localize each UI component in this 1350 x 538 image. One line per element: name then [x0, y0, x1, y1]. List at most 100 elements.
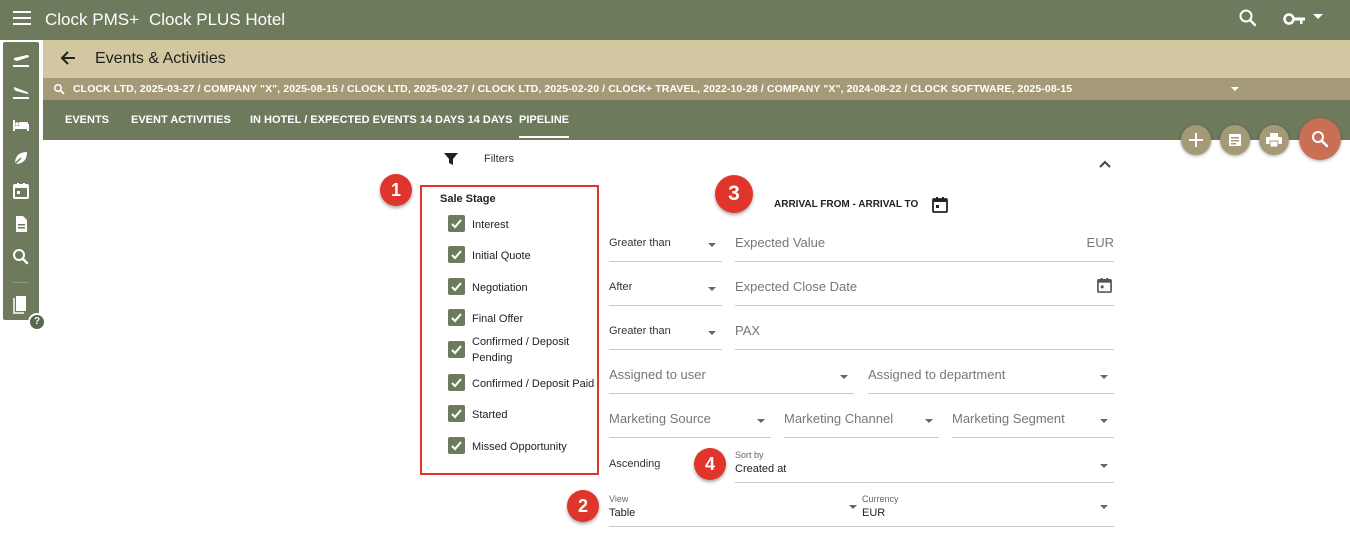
close-date-placeholder: Expected Close Date: [735, 279, 858, 294]
operator-value: Greater than: [609, 237, 671, 249]
view-label: View: [609, 494, 629, 504]
marketing-segment-select[interactable]: Marketing Segment: [952, 398, 1114, 438]
print-button[interactable]: [1259, 125, 1289, 155]
assigned-department-select[interactable]: Assigned to department: [868, 354, 1114, 394]
account-dropdown-icon[interactable]: [1313, 14, 1323, 19]
filters-label: Filters: [484, 153, 514, 165]
checkbox-checked-icon[interactable]: [448, 215, 465, 232]
chevron-down-icon: [1100, 375, 1108, 379]
checkbox-checked-icon[interactable]: [448, 309, 465, 326]
sale-stage-label: Interest: [472, 219, 509, 231]
close-date-operator-select[interactable]: After: [609, 266, 722, 306]
sort-by-select[interactable]: Sort by Created at: [735, 443, 1114, 483]
expected-value-input[interactable]: Expected Value EUR: [735, 222, 1114, 262]
chevron-down-icon: [708, 287, 716, 291]
sidebar-divider: [13, 282, 29, 283]
departure-icon[interactable]: [11, 50, 31, 70]
help-icon[interactable]: ?: [28, 313, 46, 331]
sidebar: [3, 42, 39, 320]
callout-marker-3: 3: [715, 175, 753, 213]
tab-in-hotel-expected[interactable]: IN HOTEL / EXPECTED EVENTS 14 DAYS 14 DA…: [250, 114, 512, 126]
expected-close-date-input[interactable]: Expected Close Date: [735, 266, 1114, 306]
hotel-name[interactable]: Clock PLUS Hotel: [149, 10, 285, 30]
assigned-department-placeholder: Assigned to department: [868, 367, 1006, 382]
add-button[interactable]: [1181, 125, 1211, 155]
menu-icon[interactable]: [13, 10, 31, 30]
checkbox-checked-icon[interactable]: [448, 374, 465, 391]
key-icon[interactable]: [1283, 8, 1307, 33]
expected-value-placeholder: Expected Value: [735, 235, 826, 250]
sort-order-value: Ascending: [609, 458, 661, 470]
chevron-down-icon: [1100, 464, 1108, 468]
page-header: Events & Activities: [43, 40, 1350, 78]
callout-marker-4: 4: [694, 448, 726, 480]
view-value[interactable]: Table: [609, 507, 635, 519]
app-title: Clock PMS+: [45, 10, 139, 29]
pax-operator-select[interactable]: Greater than: [609, 310, 722, 350]
checkbox-checked-icon[interactable]: [448, 437, 465, 454]
assigned-user-select[interactable]: Assigned to user: [609, 354, 854, 394]
chevron-down-icon: [840, 375, 848, 379]
tab-pipeline[interactable]: PIPELINE: [519, 114, 570, 138]
chevron-down-icon: [925, 419, 933, 423]
chevron-down-icon[interactable]: [849, 505, 857, 509]
chevron-up-icon[interactable]: [1099, 155, 1111, 173]
page-title: Events & Activities: [95, 50, 226, 67]
marketing-source-select[interactable]: Marketing Source: [609, 398, 771, 438]
search-icon[interactable]: [1238, 8, 1258, 33]
marketing-channel-select[interactable]: Marketing Channel: [784, 398, 939, 438]
sale-stage-label: Negotiation: [472, 282, 528, 294]
sale-stage-label: Missed Opportunity: [472, 441, 567, 453]
recent-items-bar: CLOCK LTD, 2025-03-27 / COMPANY "X", 202…: [43, 78, 1350, 100]
operator-value: After: [609, 281, 633, 293]
chevron-down-icon: [757, 419, 765, 423]
leaf-icon[interactable]: [11, 148, 31, 168]
chevron-down-icon: [1100, 419, 1108, 423]
chevron-down-icon: [708, 243, 716, 247]
calendar-icon[interactable]: [11, 181, 31, 201]
checkbox-checked-icon[interactable]: [448, 246, 465, 263]
expected-value-operator-select[interactable]: Greater than: [609, 222, 722, 262]
checkbox-checked-icon[interactable]: [448, 405, 465, 422]
operator-value: Greater than: [609, 325, 671, 337]
back-arrow-icon[interactable]: [59, 49, 77, 72]
marketing-segment-placeholder: Marketing Segment: [952, 411, 1065, 426]
tab-events[interactable]: EVENTS: [65, 114, 109, 126]
arrival-icon[interactable]: [11, 82, 31, 102]
sale-stage-highlight: [420, 185, 599, 475]
top-bar: Clock PMS+ Clock PLUS Hotel: [0, 0, 1350, 40]
chevron-down-icon[interactable]: [1231, 87, 1239, 91]
tab-event-activities[interactable]: EVENT ACTIVITIES: [131, 114, 231, 126]
chevron-down-icon[interactable]: [1100, 505, 1108, 509]
document-icon[interactable]: [11, 214, 31, 234]
marketing-channel-placeholder: Marketing Channel: [784, 411, 894, 426]
book-icon[interactable]: [11, 294, 31, 314]
sale-stage-label: Confirmed / Deposit Paid: [472, 378, 595, 390]
search-button[interactable]: [1299, 118, 1341, 160]
checkbox-checked-icon[interactable]: [448, 341, 465, 358]
arrival-range-label[interactable]: ARRIVAL FROM - ARRIVAL TO: [774, 199, 918, 210]
sale-stage-label: Confirmed / Deposit: [472, 336, 570, 348]
tab-bar: EVENTS EVENT ACTIVITIES IN HOTEL / EXPEC…: [43, 100, 1350, 140]
search-icon: [53, 83, 65, 98]
sale-stage-label: Started: [472, 409, 508, 421]
checkbox-checked-icon[interactable]: [448, 278, 465, 295]
sale-stage-title: Sale Stage: [440, 193, 496, 205]
pax-input[interactable]: PAX: [735, 310, 1114, 350]
sale-stage-label: Initial Quote: [472, 250, 531, 262]
currency-suffix: EUR: [1086, 235, 1114, 250]
sort-by-label: Sort by: [735, 450, 764, 460]
view-currency-row: View Table Currency EUR: [609, 487, 1114, 527]
currency-value[interactable]: EUR: [862, 507, 885, 519]
pax-placeholder: PAX: [735, 323, 761, 338]
callout-marker-2: 2: [567, 490, 599, 522]
bed-icon[interactable]: [11, 115, 31, 135]
calendar-icon[interactable]: [1097, 277, 1112, 298]
note-button[interactable]: [1220, 125, 1250, 155]
calendar-icon[interactable]: [932, 196, 948, 218]
currency-label: Currency: [862, 494, 899, 504]
sort-by-value: Created at: [735, 463, 787, 475]
recent-items-list[interactable]: CLOCK LTD, 2025-03-27 / COMPANY "X", 202…: [73, 83, 1072, 95]
sale-stage-label: Final Offer: [472, 313, 524, 325]
search-icon[interactable]: [11, 247, 31, 267]
